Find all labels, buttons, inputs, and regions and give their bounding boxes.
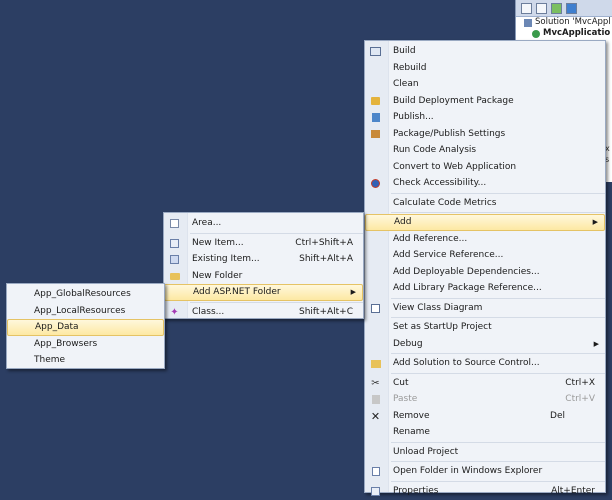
menu-item-theme[interactable]: Theme — [7, 352, 164, 369]
menu-separator — [391, 317, 605, 318]
menu-item-package-publish-settings[interactable]: Package/Publish Settings — [365, 126, 605, 143]
view-class-diagram-icon[interactable] — [566, 2, 577, 14]
source-control-icon — [370, 358, 381, 369]
area-icon — [169, 218, 180, 229]
menu-item-class[interactable]: ✦ Class... Shift+Alt+C — [164, 304, 363, 321]
menu-item-new-item[interactable]: New Item... Ctrl+Shift+A — [164, 235, 363, 252]
menu-item-rename[interactable]: Rename — [365, 424, 605, 441]
solution-explorer-toolbar — [516, 0, 612, 17]
menu-item-view-class-diagram[interactable]: View Class Diagram — [365, 300, 605, 317]
aspnet-folder-submenu: App_GlobalResources App_LocalResources A… — [6, 283, 165, 369]
class-icon: ✦ — [170, 306, 179, 318]
menu-item-paste: Paste Ctrl+V — [365, 391, 605, 408]
build-icon — [370, 46, 381, 57]
refresh-icon[interactable] — [551, 2, 562, 14]
menu-item-app-browsers[interactable]: App_Browsers — [7, 336, 164, 353]
existing-item-icon — [169, 254, 180, 265]
project-icon — [532, 29, 540, 38]
menu-separator — [391, 480, 605, 482]
menu-item-set-startup-project[interactable]: Set as StartUp Project — [365, 319, 605, 336]
class-diagram-icon — [370, 303, 381, 314]
solution-node[interactable]: Solution 'MvcAppl — [516, 17, 612, 28]
menu-item-app-data[interactable]: App_Data — [7, 319, 164, 336]
menu-item-add-service-reference[interactable]: Add Service Reference... — [365, 247, 605, 264]
new-item-icon — [169, 238, 180, 249]
folder-icon — [169, 271, 180, 282]
menu-item-properties[interactable]: Properties Alt+Enter — [365, 483, 605, 500]
paste-icon — [370, 394, 381, 405]
menu-item-existing-item[interactable]: Existing Item... Shift+Alt+A — [164, 251, 363, 268]
remove-icon: ✕ — [370, 409, 381, 423]
add-submenu: Area... New Item... Ctrl+Shift+A Existin… — [163, 212, 364, 319]
menu-item-debug[interactable]: Debug ▶ — [365, 336, 605, 353]
open-folder-icon — [370, 466, 381, 477]
solution-icon — [524, 18, 532, 27]
menu-item-add-reference[interactable]: Add Reference... — [365, 231, 605, 248]
menu-item-remove[interactable]: ✕ Remove Del — [365, 408, 605, 425]
menu-item-publish[interactable]: Publish... — [365, 109, 605, 126]
menu-item-calculate-code-metrics[interactable]: Calculate Code Metrics — [365, 195, 605, 212]
menu-item-add-deployable-dependencies[interactable]: Add Deployable Dependencies... — [365, 264, 605, 281]
menu-item-clean[interactable]: Clean — [365, 76, 605, 93]
menu-item-add[interactable]: Add ▶ — [365, 214, 605, 231]
menu-separator — [391, 353, 605, 354]
properties-icon — [370, 486, 381, 497]
menu-item-convert-web-application[interactable]: Convert to Web Application — [365, 159, 605, 176]
project-node[interactable]: MvcApplicatio — [516, 28, 612, 39]
accessibility-icon — [370, 178, 381, 189]
menu-separator — [391, 212, 605, 213]
menu-item-unload-project[interactable]: Unload Project — [365, 444, 605, 461]
scissors-icon: ✂ — [371, 377, 380, 389]
menu-item-app-localresources[interactable]: App_LocalResources — [7, 303, 164, 320]
menu-item-cut[interactable]: ✂ Cut Ctrl+X — [365, 375, 605, 392]
submenu-arrow-icon: ▶ — [593, 339, 599, 348]
submenu-arrow-icon: ▶ — [592, 218, 598, 227]
menu-separator — [391, 441, 605, 443]
publish-icon — [370, 112, 381, 123]
properties-icon[interactable] — [521, 2, 532, 14]
project-context-menu: Build Rebuild Clean Build Deployment Pac… — [364, 40, 606, 496]
menu-item-app-globalresources[interactable]: App_GlobalResources — [7, 286, 164, 303]
package-settings-icon — [370, 129, 381, 140]
menu-item-area[interactable]: Area... — [164, 215, 363, 232]
menu-item-build-deployment-package[interactable]: Build Deployment Package — [365, 93, 605, 110]
menu-item-rebuild[interactable]: Rebuild — [365, 60, 605, 77]
package-icon — [370, 96, 381, 107]
project-label: MvcApplicatio — [543, 28, 611, 38]
menu-item-open-folder-explorer[interactable]: Open Folder in Windows Explorer — [365, 463, 605, 480]
menu-separator — [190, 301, 363, 303]
menu-item-add-aspnet-folder[interactable]: Add ASP.NET Folder ▶ — [164, 284, 363, 301]
menu-separator — [391, 297, 605, 299]
menu-item-add-library-package-reference[interactable]: Add Library Package Reference... — [365, 280, 605, 297]
submenu-arrow-icon: ▶ — [350, 288, 356, 297]
menu-item-build[interactable]: Build — [365, 43, 605, 60]
menu-item-new-folder[interactable]: New Folder — [164, 268, 363, 285]
menu-separator — [391, 372, 605, 374]
menu-separator — [391, 461, 605, 462]
show-all-files-icon[interactable] — [536, 2, 547, 14]
menu-item-add-solution-source-control[interactable]: Add Solution to Source Control... — [365, 355, 605, 372]
menu-separator — [190, 232, 363, 234]
solution-label: Solution 'MvcAppl — [535, 17, 611, 27]
menu-separator — [391, 192, 605, 194]
menu-item-check-accessibility[interactable]: Check Accessibility... — [365, 175, 605, 192]
menu-item-run-code-analysis[interactable]: Run Code Analysis — [365, 142, 605, 159]
